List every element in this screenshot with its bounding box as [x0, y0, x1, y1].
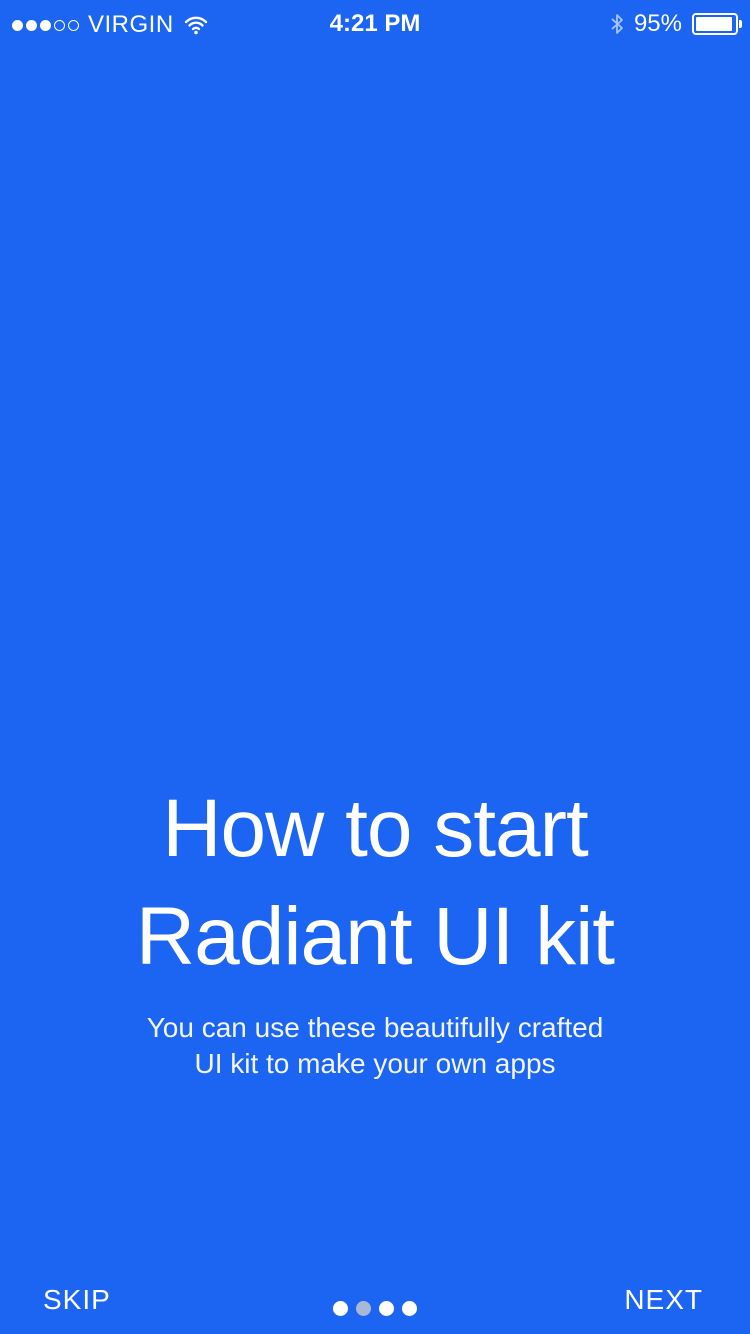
battery-percentage: 95% — [633, 10, 682, 37]
onboarding-title: How to start Radiant UI kit — [0, 775, 750, 991]
status-bar-right: 95% — [610, 9, 742, 39]
title-line: Radiant UI kit — [135, 891, 615, 982]
status-bar: VIRGIN 4:21 PM 95% — [0, 0, 750, 48]
battery-icon — [692, 13, 742, 35]
subtitle-line: You can use these beautifully crafted — [146, 1012, 604, 1043]
battery-fill — [696, 17, 733, 31]
subtitle-line: UI kit to make your own apps — [194, 1048, 556, 1079]
onboarding-subtitle: You can use these beautifully crafted UI… — [0, 1010, 750, 1082]
page-dot[interactable] — [379, 1301, 394, 1316]
battery-tip — [739, 20, 742, 28]
page-dot[interactable] — [356, 1301, 371, 1316]
title-line: How to start — [162, 783, 588, 874]
page-dot[interactable] — [333, 1301, 348, 1316]
bluetooth-icon — [610, 12, 624, 36]
next-button[interactable]: NEXT — [624, 1282, 703, 1318]
page-dot[interactable] — [402, 1301, 417, 1316]
